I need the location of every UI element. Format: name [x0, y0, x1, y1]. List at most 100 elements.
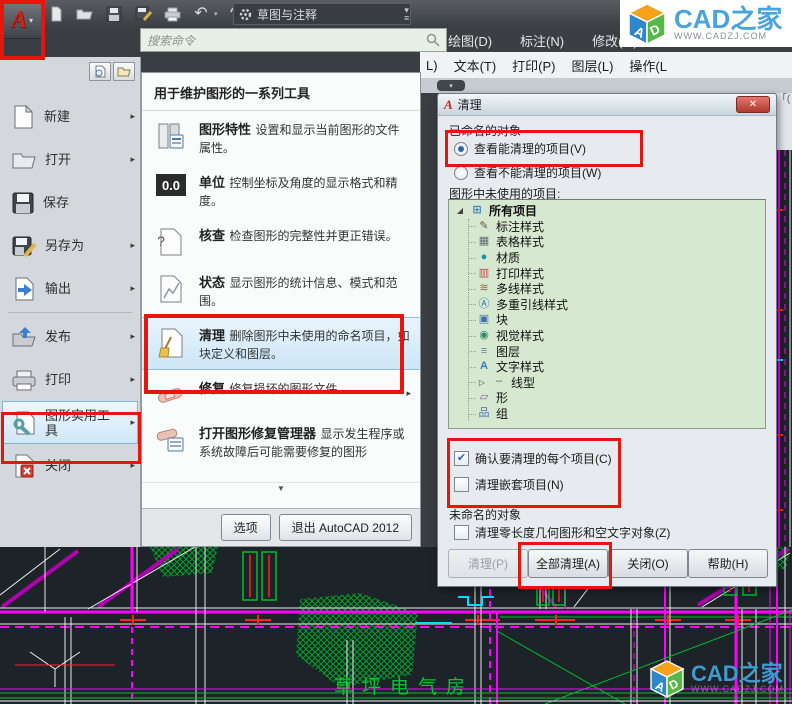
app-menu-item-new[interactable]: 新建 ▸: [2, 95, 138, 138]
utility-item-units[interactable]: 0.0 单位 控制坐标及角度的显示格式和精度。: [142, 164, 420, 217]
linetype-icon: ┄: [492, 377, 506, 388]
tree-item-table-style[interactable]: ▦ 表格样式: [469, 234, 765, 250]
gear-icon: [239, 8, 252, 21]
submenu-arrow-icon: ▸: [130, 240, 135, 251]
menu-layer[interactable]: 图层(L): [572, 56, 614, 75]
workspace-switcher[interactable]: 草图与注释: [233, 3, 411, 25]
app-caret-icon: ▾: [29, 16, 33, 25]
autocad-logo-icon: A: [11, 8, 27, 32]
close-page-icon: [11, 453, 37, 479]
tree-item-all[interactable]: ◢ ⊞ 所有项目: [455, 203, 765, 219]
menubar-row2: L) 文本(T) 打印(P) 图层(L) 操作(L: [420, 52, 792, 79]
app-menu-item-publish[interactable]: 发布 ▸: [2, 315, 138, 358]
panel-title: 用于维护图形的一系列工具: [142, 73, 420, 111]
open-documents-button[interactable]: [113, 62, 135, 81]
tree-item-dim-style[interactable]: ✎ 标注样式: [469, 219, 765, 235]
submenu-arrow-icon: ▸: [130, 283, 135, 294]
recent-documents-button[interactable]: [89, 62, 111, 81]
cad-drawing-right-strip[interactable]: [775, 150, 792, 547]
undo-dropdown-icon[interactable]: ▾: [214, 10, 218, 18]
purge-nested-checkbox[interactable]: 清理嵌套项目(N): [454, 476, 564, 493]
text-style-icon: A: [477, 361, 491, 372]
cadzj-cube-icon: A D: [648, 659, 686, 699]
menu-dimension[interactable]: 标注(N): [520, 31, 564, 50]
purge-broom-icon: [157, 327, 185, 359]
tree-item-material[interactable]: ● 材质: [469, 250, 765, 266]
workspace-label: 草图与注释: [257, 6, 317, 23]
search-icon[interactable]: [426, 33, 440, 47]
ribbon-minimize-button[interactable]: ▾: [437, 80, 465, 91]
table-style-icon: ▦: [477, 236, 491, 247]
named-objects-label: 已命名的对象: [449, 122, 521, 139]
exit-autocad-button[interactable]: 退出 AutoCAD 2012: [279, 514, 412, 541]
menu-plot[interactable]: 打印(P): [512, 56, 555, 75]
radio-view-purgeable[interactable]: 查看能清理的项目(V): [454, 140, 586, 157]
close-button[interactable]: 关闭(O): [608, 549, 688, 578]
utility-item-recovery-manager[interactable]: 打开图形修复管理器 显示发生程序或系统故障后可能需要修复的图形: [142, 415, 420, 482]
ribbon-strip: [420, 78, 792, 93]
qat-overflow-icon[interactable]: ▾≡: [404, 6, 409, 22]
radio-view-unpurgeable[interactable]: 查看不能清理的项目(W): [454, 164, 601, 181]
cadzj-url: WWW.CADZJ.COM: [691, 684, 784, 694]
purge-dialog: A 清理 ✕ 已命名的对象 查看能清理的项目(V) 查看不能清理的项目(W) 图…: [437, 93, 777, 587]
tree-item-mline-style[interactable]: ≋ 多线样式: [469, 281, 765, 297]
save-icon[interactable]: [104, 4, 124, 24]
menu-operate[interactable]: 操作(L: [629, 56, 667, 75]
submenu-arrow-icon: ▸: [130, 460, 135, 471]
save-floppy-icon: [11, 191, 35, 215]
wrench-page-icon: [11, 410, 37, 436]
app-menu-item-close[interactable]: 关闭 ▸: [2, 444, 138, 487]
purge-dialog-titlebar[interactable]: A 清理 ✕: [438, 94, 776, 116]
undo-icon[interactable]: ↶: [191, 4, 211, 24]
submenu-arrow-icon: ▸: [406, 388, 411, 399]
app-menu-item-print[interactable]: 打印 ▸: [2, 358, 138, 401]
app-menu-item-drawing-utilities[interactable]: 图形实用工具 ▸: [2, 401, 138, 444]
app-menu-item-open[interactable]: 打开 ▸: [2, 138, 138, 181]
tree-item-group[interactable]: 品 组: [469, 406, 765, 422]
new-file-icon[interactable]: [46, 4, 66, 24]
app-menu-item-export[interactable]: 输出 ▸: [2, 267, 138, 310]
help-button[interactable]: 帮助(H): [688, 549, 768, 578]
tree-item-layer[interactable]: ≡ 图层: [469, 343, 765, 359]
tree-item-text-style[interactable]: A 文字样式: [469, 359, 765, 375]
confirm-each-checkbox[interactable]: ✔ 确认要清理的每个项目(C): [454, 450, 612, 467]
command-search-input[interactable]: 搜索命令: [140, 28, 447, 52]
utility-item-audit[interactable]: ? 核查 检查图形的完整性并更正错误。: [142, 217, 420, 264]
menu-draw[interactable]: 绘图(D): [448, 31, 492, 50]
tree-collapsed-icon[interactable]: ▷: [477, 378, 487, 387]
tree-item-plot-style[interactable]: ▥ 打印样式: [469, 265, 765, 281]
plot-style-icon: ▥: [477, 268, 491, 279]
utility-item-purge[interactable]: 清理 删除图形中未使用的命名项目，如块定义和图层。: [142, 317, 420, 370]
menu-text[interactable]: 文本(T): [454, 56, 497, 75]
material-icon: ●: [477, 252, 491, 263]
visual-style-icon: ◉: [477, 330, 491, 341]
purge-all-button[interactable]: 全部清理(A): [528, 549, 608, 578]
right-strip-lines: [775, 150, 792, 547]
utility-item-drawing-properties[interactable]: 图形特性 设置和显示当前图形的文件属性。: [142, 111, 420, 164]
menu-clip: L): [426, 58, 438, 73]
tree-item-block[interactable]: ▣ 块: [469, 312, 765, 328]
plot-icon[interactable]: [162, 4, 182, 24]
zero-length-checkbox[interactable]: 清理零长度几何图形和空文字对象(Z): [454, 524, 670, 541]
app-menu-item-save[interactable]: 保存: [2, 181, 138, 224]
open-folder-icon[interactable]: [75, 4, 95, 24]
dialog-close-button[interactable]: ✕: [736, 96, 770, 113]
purge-tree[interactable]: ◢ ⊞ 所有项目 ✎ 标注样式 ▦ 表格样式 ● 材质 ▥ 打印样式: [448, 199, 766, 429]
application-menu-button[interactable]: A ▾: [2, 1, 42, 39]
tree-item-linetype[interactable]: ▷ ┄ 线型: [469, 375, 765, 391]
scroll-down-strip[interactable]: ▼: [142, 482, 420, 494]
tree-item-visual-style[interactable]: ◉ 视觉样式: [469, 328, 765, 344]
save-as-icon[interactable]: [133, 4, 153, 24]
utility-item-recover[interactable]: 修复 修复损坏的图形文件。 ▸: [142, 370, 420, 415]
menu-separator: [8, 312, 132, 313]
app-menu-footer: 选项 退出 AutoCAD 2012: [142, 508, 420, 546]
tree-item-mleader-style[interactable]: Ⓐ 多重引线样式: [469, 297, 765, 313]
tree-item-shape[interactable]: ▱ 形: [469, 390, 765, 406]
purge-button: 清理(P): [448, 549, 528, 578]
utility-item-status[interactable]: 状态 显示图形的统计信息、模式和范围。: [142, 264, 420, 317]
tree-expanded-icon[interactable]: ◢: [455, 206, 465, 215]
layer-icon: ≡: [477, 346, 491, 357]
app-menu-item-save-as[interactable]: 另存为 ▸: [2, 224, 138, 267]
autocad-window: 草坪电气房: [0, 0, 792, 704]
options-button[interactable]: 选项: [221, 514, 271, 541]
